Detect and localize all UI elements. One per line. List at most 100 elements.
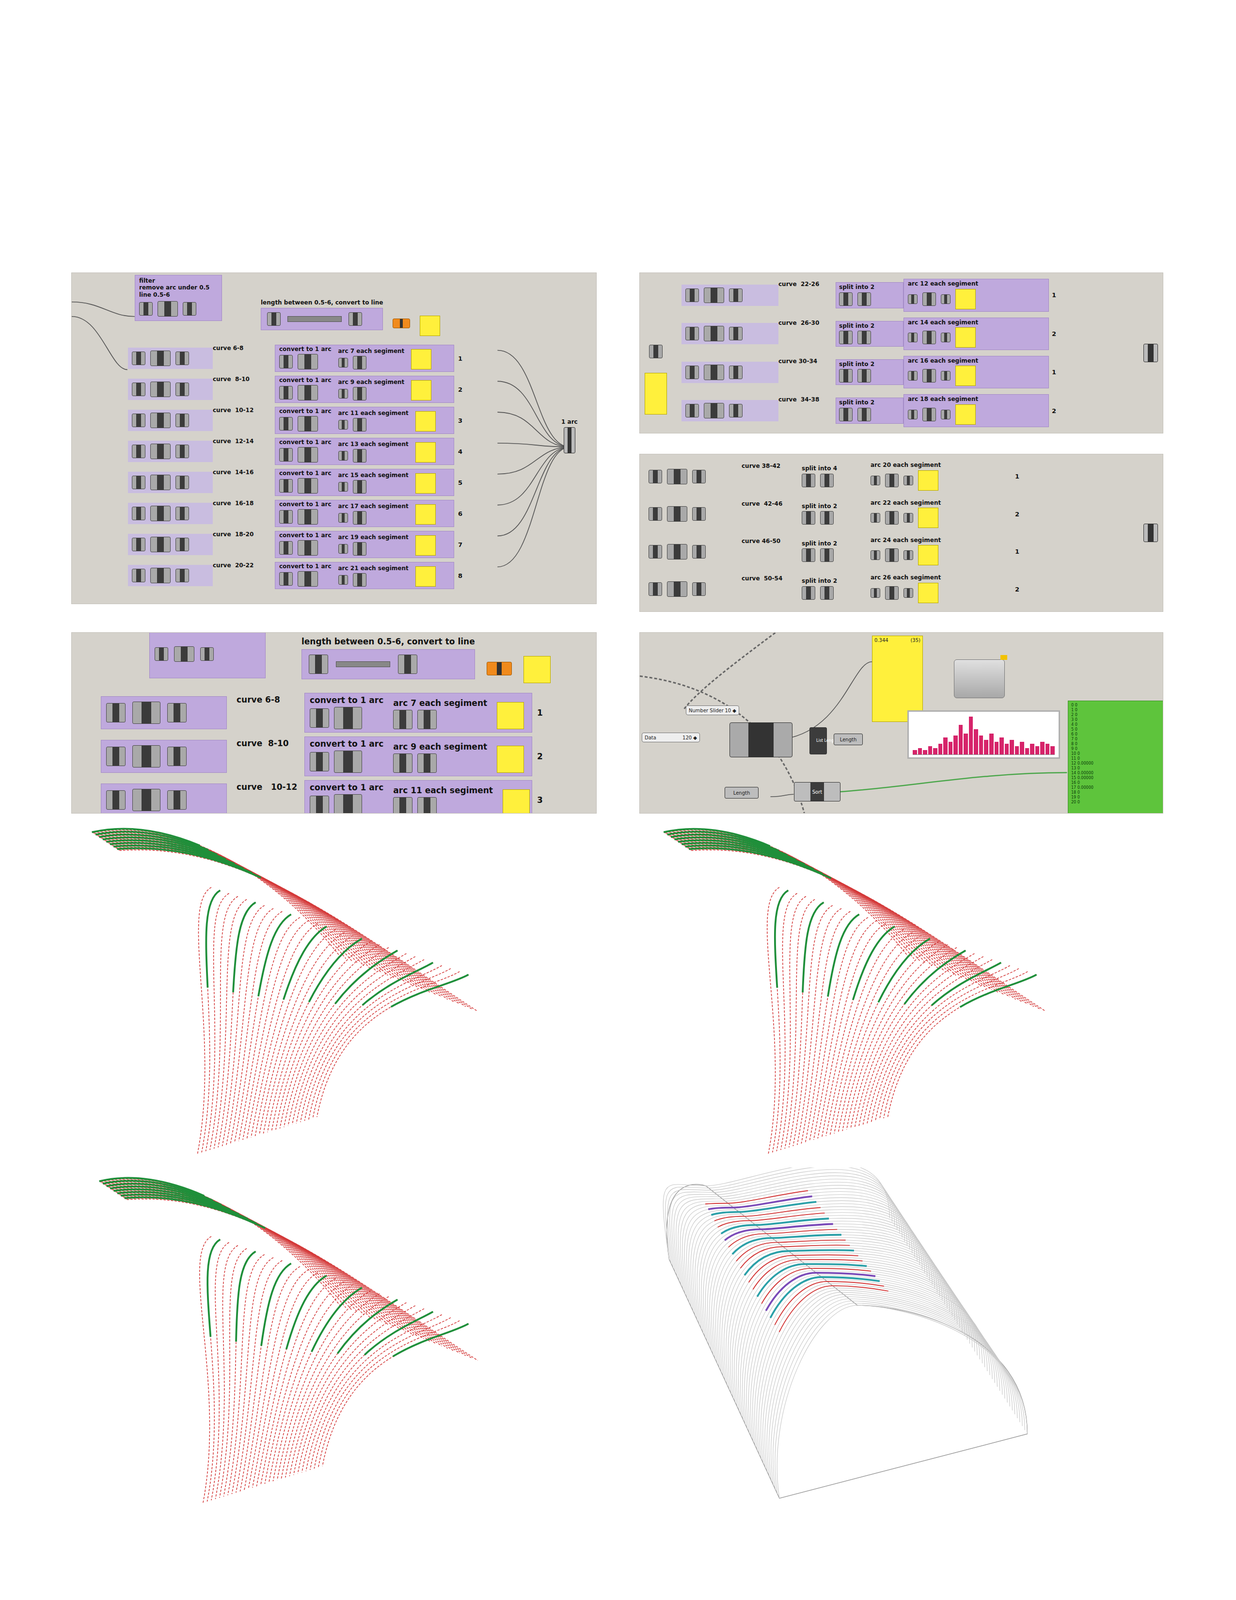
component[interactable] [352,417,367,432]
button[interactable] [953,659,1005,698]
component[interactable] [728,288,743,302]
arc-group[interactable]: convert to 1 arcarc 11 each segiment [274,406,455,434]
arc-group[interactable]: arc 22 each segiment [866,498,1013,530]
component[interactable] [666,468,688,485]
panel[interactable] [644,372,667,415]
component[interactable] [175,475,190,490]
component[interactable] [801,586,816,600]
component[interactable] [106,746,126,766]
grasshopper-canvas[interactable]: curve 38-42split into 4arc 20 each segim… [639,453,1164,612]
arc-group[interactable]: convert to 1 arcarc 17 each segiment [274,499,455,527]
component[interactable] [150,474,171,491]
component[interactable] [167,746,187,766]
component[interactable] [870,512,881,523]
component[interactable] [338,512,349,523]
grasshopper-canvas-histogram[interactable]: Number Slider10 ◆Data120 ◆List LengthLen… [639,632,1164,814]
component[interactable] [154,647,169,661]
component[interactable] [922,330,936,345]
component[interactable] [885,510,899,525]
component[interactable] [907,409,918,420]
component[interactable] [393,753,413,773]
component[interactable] [922,407,936,422]
component[interactable] [182,301,197,316]
arc-group[interactable]: convert to 1 arcarc 21 each segiment [274,561,455,589]
orange-component[interactable] [486,661,512,676]
arc-group[interactable]: convert to 1 arcarc 7 each segiment [304,692,533,732]
component[interactable]: Length [833,733,863,745]
component-group[interactable] [100,783,227,814]
component[interactable] [692,582,706,596]
component-group[interactable] [644,578,742,600]
component[interactable] [279,478,293,493]
data-field[interactable]: Data120 ◆ [641,732,700,743]
component[interactable] [131,537,146,552]
component[interactable] [132,744,161,768]
arc-group[interactable]: arc 24 each segiment [866,535,1013,568]
component[interactable] [857,330,872,345]
component[interactable] [297,508,318,525]
component[interactable] [309,751,330,772]
component[interactable] [820,586,834,600]
component[interactable] [131,475,146,490]
arc-group[interactable]: convert to 1 arcarc 9 each segiment [304,736,533,776]
grasshopper-canvas[interactable]: curve 22-26split into 2arc 12 each segim… [639,272,1164,434]
component[interactable] [907,294,918,304]
component[interactable] [903,550,914,560]
component[interactable] [150,536,171,553]
component[interactable] [940,332,951,343]
component[interactable] [297,477,318,494]
component[interactable] [338,419,349,430]
merge-component[interactable] [1143,343,1158,363]
component[interactable] [839,368,853,383]
grasshopper-canvas[interactable]: filterremove arc under 0.5line 0.5-6leng… [71,272,597,604]
component[interactable] [131,568,146,583]
component[interactable] [297,539,318,556]
component-group[interactable] [127,347,213,369]
component[interactable] [167,702,187,723]
merge-component[interactable] [563,427,576,454]
component[interactable] [174,646,195,662]
component[interactable] [106,790,126,810]
component[interactable] [131,413,146,428]
split-group[interactable]: split into 2 [835,282,904,308]
panel[interactable] [496,745,524,773]
component-group[interactable] [644,540,742,563]
component[interactable] [167,790,187,810]
arc-group[interactable]: arc 12 each segiment [903,278,1049,312]
panel[interactable] [918,544,939,566]
component[interactable] [685,365,699,380]
component[interactable] [106,702,126,723]
split-group[interactable]: split into 2 [798,501,867,527]
component[interactable] [666,543,688,560]
split-group[interactable]: split into 2 [835,359,904,385]
panel[interactable] [918,470,939,491]
arc-group[interactable]: arc 18 each segiment [903,394,1049,427]
component[interactable] [352,541,367,556]
component[interactable] [150,567,171,584]
component[interactable] [175,506,190,521]
component[interactable] [131,444,146,459]
line-group[interactable] [260,307,383,331]
component[interactable] [839,292,853,306]
component[interactable] [157,301,178,317]
panel[interactable] [496,701,524,729]
component[interactable] [279,416,293,431]
component[interactable] [338,357,349,368]
panel[interactable] [411,380,432,401]
component[interactable] [839,407,853,422]
split-group[interactable]: split into 2 [798,538,867,564]
component-group[interactable] [127,564,213,587]
panel[interactable] [415,473,436,494]
component[interactable] [308,654,329,674]
arc-group[interactable]: convert to 1 arcarc 13 each segiment [274,437,455,465]
panel[interactable] [419,315,441,336]
component[interactable] [703,364,725,381]
component[interactable] [175,382,190,397]
panel[interactable] [502,789,530,814]
component[interactable] [397,654,418,674]
component[interactable] [903,475,914,486]
component[interactable] [333,750,363,773]
arc-group[interactable]: arc 26 each segiment [866,572,1013,605]
component[interactable] [297,353,318,370]
arc-group[interactable]: arc 20 each segiment [866,460,1013,492]
